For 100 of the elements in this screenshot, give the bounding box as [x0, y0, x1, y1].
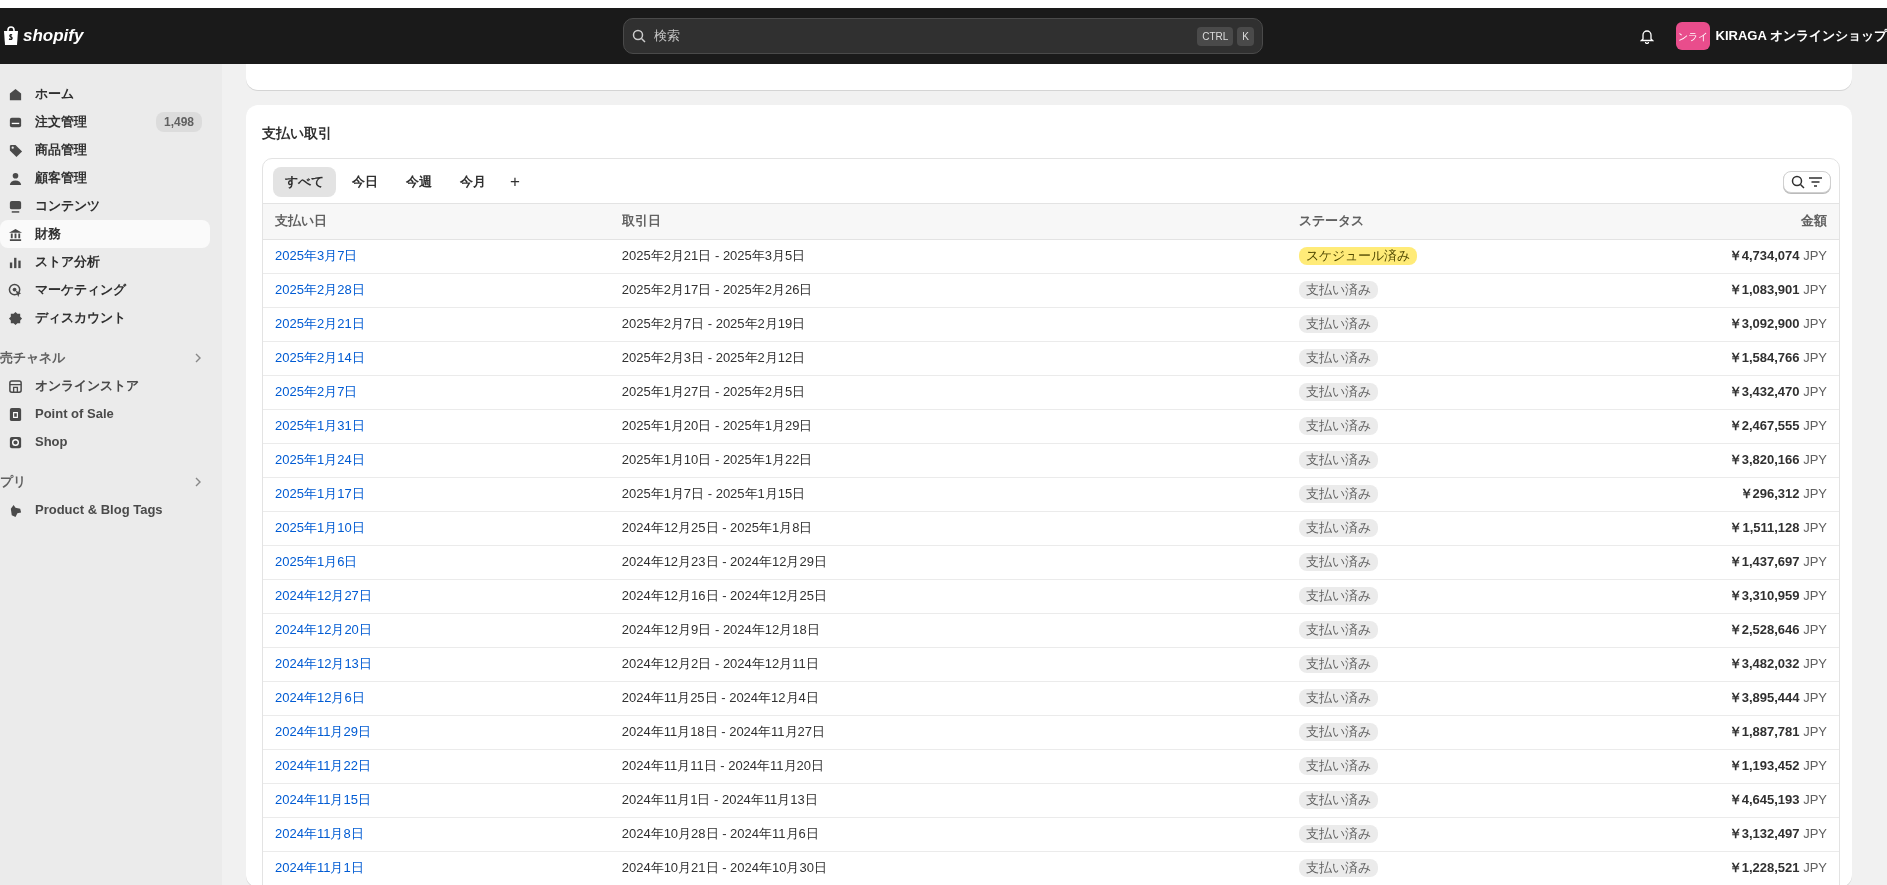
chevron-icon[interactable]: [194, 352, 202, 364]
nav-item[interactable]: Product & Blog Tags: [0, 496, 210, 524]
amount: ￥296,312: [1739, 486, 1800, 502]
store-name[interactable]: KIRAGA オンラインショップ: [1715, 26, 1887, 46]
currency: JPY: [1803, 316, 1827, 332]
amount: ￥2,467,555: [1728, 418, 1800, 434]
payout-date-link[interactable]: 2025年1月24日: [275, 452, 365, 468]
payout-date-link[interactable]: 2025年1月17日: [275, 486, 365, 502]
shortcut-key: CTRL: [1197, 26, 1234, 46]
nav-item[interactable]: Shop: [0, 428, 210, 456]
currency: JPY: [1803, 452, 1827, 468]
payout-date-link[interactable]: 2025年1月10日: [275, 520, 365, 536]
bank-icon: [8, 226, 23, 242]
amount: ￥1,437,697: [1728, 554, 1800, 570]
currency: JPY: [1803, 690, 1827, 706]
transaction-period: 2024年11月25日 - 2024年12月4日: [621, 690, 819, 706]
chevron-icon[interactable]: [194, 476, 202, 488]
amount: ￥3,482,032: [1728, 656, 1800, 672]
search-icon: [632, 29, 646, 43]
payout-date-link[interactable]: 2025年2月7日: [275, 384, 358, 400]
transaction-period: 2024年12月16日 - 2024年12月25日: [621, 588, 827, 604]
transaction-period: 2024年11月18日 - 2024年11月27日: [621, 724, 826, 740]
filter-tab[interactable]: 今週: [394, 167, 444, 197]
status-badge: 支払い済み: [1299, 791, 1379, 810]
section-title[interactable]: プリ: [0, 472, 194, 492]
payout-date-link[interactable]: 2025年2月21日: [275, 316, 365, 332]
amount: ￥3,895,444: [1728, 690, 1800, 706]
amount: ￥4,645,193: [1728, 792, 1800, 808]
tag-icon: [8, 142, 23, 158]
shortcut-key: K: [1237, 26, 1254, 46]
currency: JPY: [1803, 758, 1827, 774]
circle-tile-icon: [8, 434, 23, 450]
status-badge: 支払い済み: [1299, 655, 1379, 674]
home-icon: [8, 86, 23, 102]
status-badge: 支払い済み: [1299, 553, 1379, 572]
filter-tab[interactable]: すべて: [273, 167, 336, 197]
column-header: 取引日: [621, 213, 661, 229]
amount: ￥3,310,959: [1728, 588, 1800, 604]
logo-text[interactable]: shopify: [23, 23, 84, 49]
currency: JPY: [1803, 860, 1827, 876]
transaction-period: 2024年10月21日 - 2024年10月30日: [621, 860, 827, 876]
payout-date-link[interactable]: 2025年1月6日: [275, 554, 358, 570]
search-field[interactable]: 検索: [652, 25, 1192, 47]
nav-item[interactable]: コンテンツ: [0, 192, 210, 220]
currency: JPY: [1803, 520, 1827, 536]
payout-date-link[interactable]: 2024年11月1日: [275, 860, 364, 876]
nav-item[interactable]: ホーム: [0, 80, 210, 108]
payout-date-link[interactable]: 2025年2月14日: [275, 350, 365, 366]
filter-tab[interactable]: 今月: [448, 167, 498, 197]
nav-item[interactable]: 財務: [0, 220, 210, 248]
currency: JPY: [1803, 792, 1827, 808]
status-badge: 支払い済み: [1299, 451, 1379, 470]
transaction-period: 2024年12月25日 - 2025年1月8日: [621, 520, 813, 536]
section-title[interactable]: 売チャネル: [0, 348, 194, 368]
currency: JPY: [1803, 418, 1827, 434]
payout-date-link[interactable]: 2025年2月28日: [275, 282, 365, 298]
store-avatar[interactable]: ンライ: [1675, 22, 1710, 50]
currency: JPY: [1803, 622, 1827, 638]
nav-item[interactable]: 注文管理 1,498: [0, 108, 210, 136]
amount: ￥4,734,074: [1728, 248, 1800, 264]
nav-item[interactable]: マーケティング: [0, 276, 210, 304]
payout-date-link[interactable]: 2024年12月13日: [275, 656, 372, 672]
storefront-icon: [8, 378, 23, 394]
nav-item[interactable]: 商品管理: [0, 136, 210, 164]
payout-date-link[interactable]: 2024年11月8日: [275, 826, 364, 842]
add-tab-button[interactable]: +: [502, 169, 528, 195]
amount: ￥1,083,901: [1728, 282, 1800, 298]
filter-icon: [1808, 174, 1823, 189]
nav-item[interactable]: オンラインストア: [0, 372, 210, 400]
currency: JPY: [1803, 826, 1827, 842]
payout-date-link[interactable]: 2025年3月7日: [275, 248, 358, 264]
nav-item[interactable]: ディスカウント: [0, 304, 210, 332]
currency: JPY: [1803, 554, 1827, 570]
payout-date-link[interactable]: 2024年12月20日: [275, 622, 372, 638]
amount: ￥3,820,166: [1728, 452, 1800, 468]
nav-item[interactable]: Point of Sale: [0, 400, 210, 428]
payout-date-link[interactable]: 2024年12月6日: [275, 690, 365, 706]
column-header: 支払い日: [275, 213, 327, 229]
status-badge: 支払い済み: [1299, 485, 1379, 504]
badge-icon: [8, 310, 23, 326]
status-badge: 支払い済み: [1299, 417, 1379, 436]
payout-date-link[interactable]: 2025年1月31日: [275, 418, 365, 434]
nav-item[interactable]: 顧客管理: [0, 164, 210, 192]
payout-date-link[interactable]: 2024年11月15日: [275, 792, 371, 808]
status-badge: 支払い済み: [1299, 383, 1379, 402]
filter-tab[interactable]: 今日: [340, 167, 390, 197]
payout-date-link[interactable]: 2024年12月27日: [275, 588, 372, 604]
nav-item[interactable]: ストア分析: [0, 248, 210, 276]
search-bar[interactable]: 検索 CTRL K: [623, 18, 1263, 54]
status-badge: 支払い済み: [1299, 859, 1379, 878]
currency: JPY: [1803, 350, 1827, 366]
status-badge: 支払い済み: [1299, 315, 1379, 334]
transaction-period: 2024年12月23日 - 2024年12月29日: [621, 554, 827, 570]
monitor-icon: [8, 198, 23, 214]
bell-icon[interactable]: [1639, 28, 1654, 44]
search-filter-button[interactable]: [1783, 170, 1831, 193]
payout-date-link[interactable]: 2024年11月29日: [275, 724, 371, 740]
amount: ￥1,193,452: [1728, 758, 1800, 774]
payout-date-link[interactable]: 2024年11月22日: [275, 758, 371, 774]
transaction-period: 2024年11月11日 - 2024年11月20日: [621, 758, 825, 774]
